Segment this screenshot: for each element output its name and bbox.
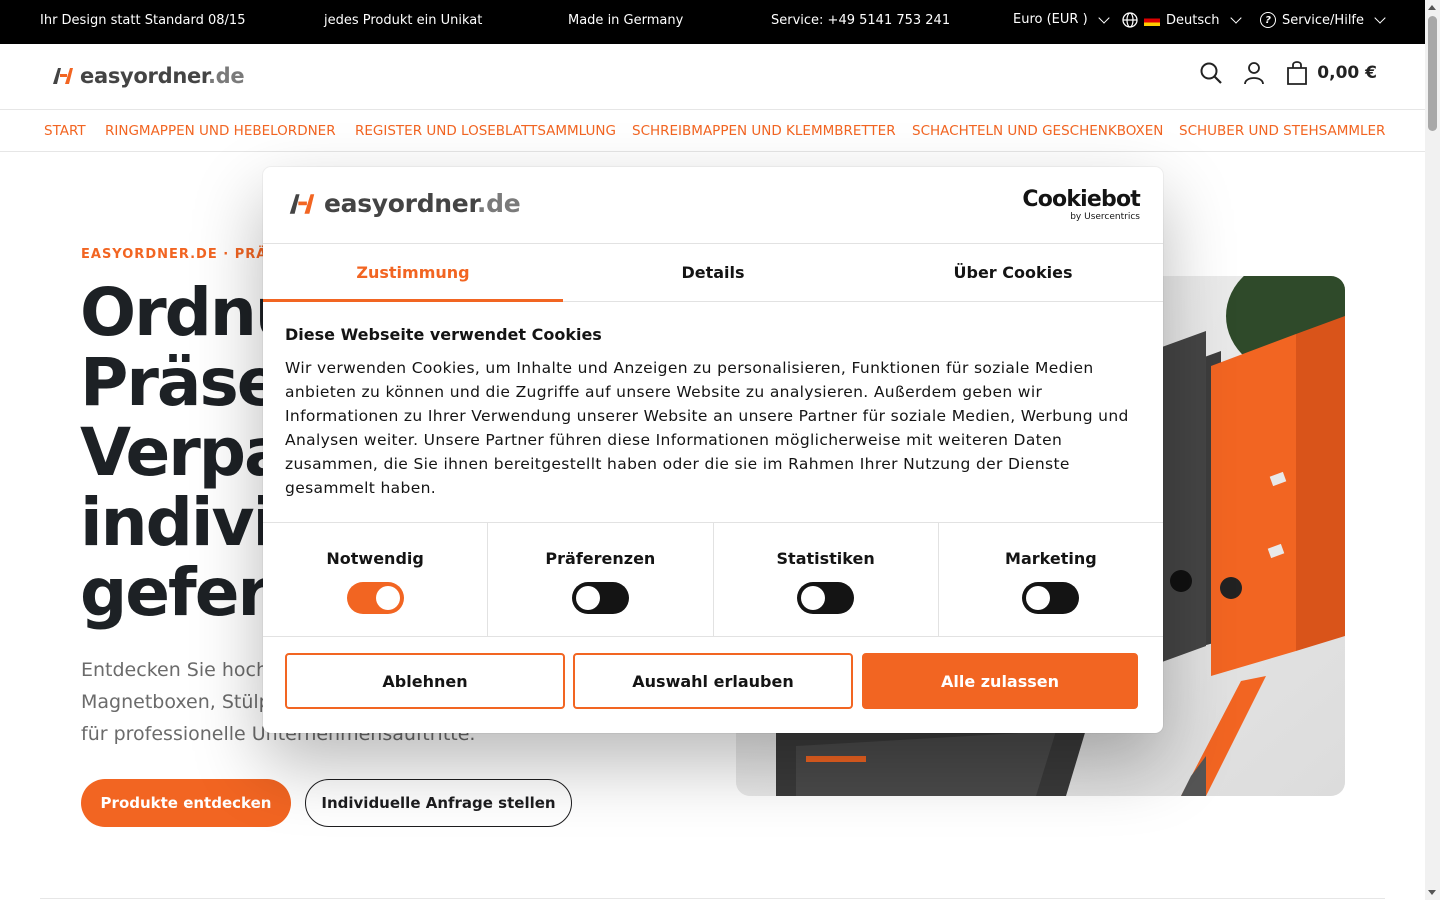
consent-necessary: Notwendig — [263, 523, 489, 636]
statistics-toggle[interactable] — [797, 582, 855, 614]
allow-all-button[interactable]: Alle zulassen — [862, 653, 1138, 709]
logo-tld: .de — [476, 189, 521, 218]
shopping-bag-icon — [1287, 61, 1308, 85]
consent-label: Marketing — [1005, 549, 1097, 568]
tab-ueber-cookies[interactable]: Über Cookies — [863, 244, 1163, 301]
section-divider — [40, 898, 1385, 899]
decline-button[interactable]: Ablehnen — [285, 653, 565, 709]
logo-name: easyordner — [80, 64, 208, 88]
consent-label: Notwendig — [326, 549, 424, 568]
usp-unikat: jedes Produkt ein Unikat — [324, 13, 483, 28]
currency-label: Euro (EUR ) — [1013, 12, 1088, 27]
dialog-description: Wir verwenden Cookies, um Inhalte und An… — [285, 359, 1129, 497]
main-navigation: START RINGMAPPEN UND HEBELORDNER REGISTE… — [0, 111, 1425, 152]
logo-tld: .de — [207, 64, 245, 88]
language-select[interactable]: Deutsch — [1122, 12, 1242, 28]
chevron-down-icon — [1229, 12, 1242, 24]
dialog-heading: Diese Webseite verwendet Cookies — [285, 325, 602, 344]
dialog-header: easyordner.de Cookiebot by Usercentrics — [263, 167, 1163, 244]
consent-label: Statistiken — [776, 549, 875, 568]
help-icon: ? — [1260, 12, 1276, 28]
tab-zustimmung[interactable]: Zustimmung — [263, 244, 563, 302]
toggle-knob — [801, 586, 826, 610]
site-logo[interactable]: easyordner.de — [52, 64, 245, 88]
scroll-down-arrow-icon[interactable] — [1428, 890, 1436, 895]
cookiebot-logo[interactable]: Cookiebot by Usercentrics — [1022, 187, 1140, 223]
toggle-knob — [575, 586, 600, 610]
logo-mark-icon — [53, 68, 73, 84]
consent-categories: Notwendig Präferenzen Statistiken Market… — [263, 522, 1163, 637]
header-actions: 0,00 € — [1199, 60, 1377, 86]
discover-products-button[interactable]: Produkte entdecken — [81, 779, 291, 827]
globe-icon — [1122, 12, 1138, 28]
consent-statistics: Statistiken — [714, 523, 939, 636]
necessary-toggle[interactable] — [346, 582, 404, 614]
search-icon[interactable] — [1199, 61, 1223, 85]
logo-mark-icon — [289, 193, 315, 214]
cookie-consent-dialog: easyordner.de Cookiebot by Usercentrics … — [263, 167, 1163, 733]
cart-total: 0,00 € — [1317, 63, 1377, 83]
nav-item-ringmappen[interactable]: RINGMAPPEN UND HEBELORDNER — [105, 123, 336, 139]
custom-request-button[interactable]: Individuelle Anfrage stellen — [305, 779, 572, 827]
cookiebot-name: Cookiebot — [1022, 187, 1140, 212]
nav-item-register[interactable]: REGISTER UND LOSEBLATTSAMMLUNG — [355, 123, 616, 139]
consent-label: Präferenzen — [545, 549, 656, 568]
toggle-knob — [1026, 586, 1051, 610]
chevron-down-icon — [1097, 11, 1110, 24]
dialog-site-logo: easyordner.de — [288, 189, 521, 218]
chevron-down-icon — [1374, 12, 1386, 24]
cart-button[interactable]: 0,00 € — [1285, 60, 1377, 86]
consent-marketing: Marketing — [939, 523, 1163, 636]
page-scrollbar[interactable] — [1425, 0, 1440, 900]
service-label: Service/Hilfe — [1282, 12, 1364, 28]
usp-design: Ihr Design statt Standard 08/15 — [40, 13, 246, 28]
top-info-bar: Ihr Design statt Standard 08/15 jedes Pr… — [0, 0, 1425, 44]
logo-name: easyordner — [324, 189, 477, 218]
nav-item-schreibmappen[interactable]: SCHREIBMAPPEN UND KLEMMBRETTER — [632, 123, 896, 139]
tab-details[interactable]: Details — [563, 244, 863, 301]
nav-item-schachteln[interactable]: SCHACHTELN UND GESCHENKBOXEN — [912, 123, 1163, 139]
preferences-toggle[interactable] — [571, 582, 629, 614]
service-help-menu[interactable]: ? Service/Hilfe — [1260, 12, 1386, 28]
allow-selection-button[interactable]: Auswahl erlauben — [573, 653, 853, 709]
dialog-body: Diese Webseite verwendet Cookies Wir ver… — [285, 325, 1145, 500]
scroll-up-arrow-icon[interactable] — [1428, 5, 1436, 10]
hero-eyebrow: EASYORDNER.DE · PRÄSE — [81, 247, 288, 262]
marketing-toggle[interactable] — [1022, 582, 1080, 614]
dialog-tabs: Zustimmung Details Über Cookies — [263, 244, 1163, 302]
currency-select[interactable]: Euro (EUR ) — [1013, 11, 1110, 27]
account-icon[interactable] — [1243, 61, 1265, 85]
german-flag-icon — [1144, 14, 1160, 26]
usp-made-in-germany: Made in Germany — [568, 13, 684, 28]
nav-item-schuber[interactable]: SCHUBER UND STEHSAMMLER — [1179, 123, 1385, 139]
consent-preferences: Präferenzen — [488, 523, 714, 636]
service-phone[interactable]: Service: +49 5141 753 241 — [771, 13, 950, 28]
scrollbar-thumb[interactable] — [1428, 16, 1437, 131]
language-label: Deutsch — [1166, 12, 1220, 28]
cookiebot-sub: by Usercentrics — [1070, 212, 1140, 222]
dialog-actions: Ablehnen Auswahl erlauben Alle zulassen — [285, 653, 1141, 709]
site-header: easyordner.de 0,00 € — [0, 44, 1425, 110]
nav-item-start[interactable]: START — [44, 123, 86, 139]
toggle-knob — [375, 586, 400, 610]
